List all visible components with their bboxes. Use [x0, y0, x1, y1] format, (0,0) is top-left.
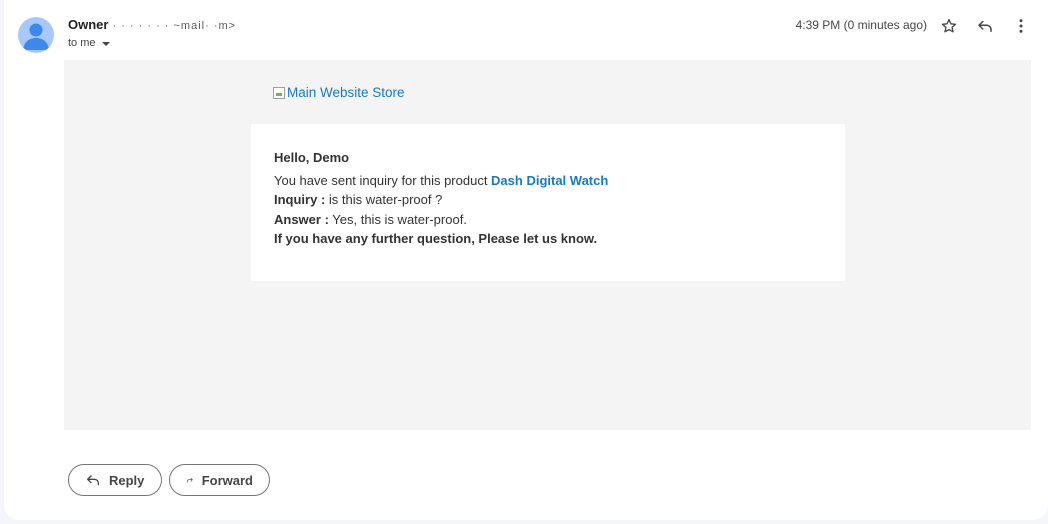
reply-header-button[interactable]: [973, 14, 997, 38]
recipient-label: to me: [68, 37, 96, 49]
sender-name[interactable]: Owner: [68, 17, 108, 32]
broken-image-icon: [273, 86, 285, 99]
answer-label: Answer :: [274, 211, 329, 227]
closing-line: If you have any further question, Please…: [274, 229, 822, 249]
avatar-icon: [23, 23, 49, 50]
sender-avatar[interactable]: [18, 17, 54, 53]
answer-text: Yes, this is water-proof.: [328, 211, 467, 227]
inquiry-line: Inquiry : is this water-proof ?: [274, 190, 822, 210]
reply-icon: [978, 20, 992, 32]
product-link[interactable]: Dash Digital Watch: [491, 173, 608, 188]
reply-button[interactable]: Reply: [68, 464, 162, 496]
intro-text: You have sent inquiry for this product: [274, 172, 492, 188]
forward-button-label: Forward: [201, 472, 253, 488]
intro-line: You have sent inquiry for this product D…: [274, 171, 822, 191]
email-timestamp: 4:39 PM (0 minutes ago): [795, 18, 927, 32]
answer-line: Answer : Yes, this is water-proof.: [274, 210, 822, 230]
email-body: Main Website Store Hello, Demo You have …: [64, 60, 1031, 430]
reply-button-label: Reply: [109, 472, 145, 488]
chevron-down-icon: [101, 42, 110, 46]
recipient-dropdown[interactable]: to me: [68, 36, 110, 50]
forward-button[interactable]: Forward: [169, 464, 270, 496]
star-button[interactable]: [937, 14, 961, 38]
sender-line: Owner · · · · · · · ~mail· ·m>: [68, 17, 236, 34]
inquiry-label: Inquiry :: [274, 192, 326, 207]
more-options-button[interactable]: [1009, 14, 1033, 38]
forward-icon: [186, 477, 193, 483]
inquiry-text: is this water-proof ?: [325, 192, 443, 207]
store-logo-link[interactable]: Main Website Store: [273, 85, 405, 100]
more-vert-icon: [1019, 19, 1023, 33]
message-card: Hello, Demo You have sent inquiry for th…: [251, 124, 845, 281]
sender-email: · · · · · · · ~mail· ·m>: [112, 20, 237, 32]
star-icon: [941, 18, 957, 33]
closing-text: If you have any further question, Please…: [274, 231, 598, 246]
reply-icon: [87, 475, 99, 486]
greeting: Hello, Demo: [274, 150, 350, 165]
store-logo-alt-text: Main Website Store: [287, 85, 405, 100]
